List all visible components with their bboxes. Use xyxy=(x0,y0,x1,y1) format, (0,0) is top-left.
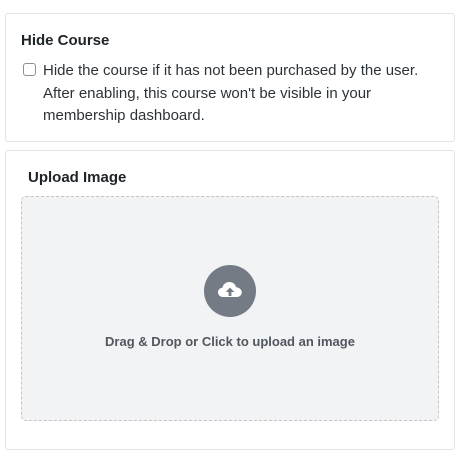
upload-image-title: Upload Image xyxy=(28,169,127,186)
image-dropzone[interactable]: Drag & Drop or Click to upload an image xyxy=(21,196,439,421)
upload-image-panel: Upload Image Drag & Drop or Click to upl… xyxy=(5,150,455,450)
hide-course-checkbox[interactable] xyxy=(23,63,36,76)
dropzone-instructions: Drag & Drop or Click to upload an image xyxy=(105,334,355,349)
hide-course-checkbox-label[interactable]: Hide the course if it has not been purch… xyxy=(43,60,448,128)
hide-course-title: Hide Course xyxy=(21,32,110,49)
hide-course-panel: Hide Course Hide the course if it has no… xyxy=(5,13,455,142)
cloud-upload-icon[interactable] xyxy=(204,265,256,317)
